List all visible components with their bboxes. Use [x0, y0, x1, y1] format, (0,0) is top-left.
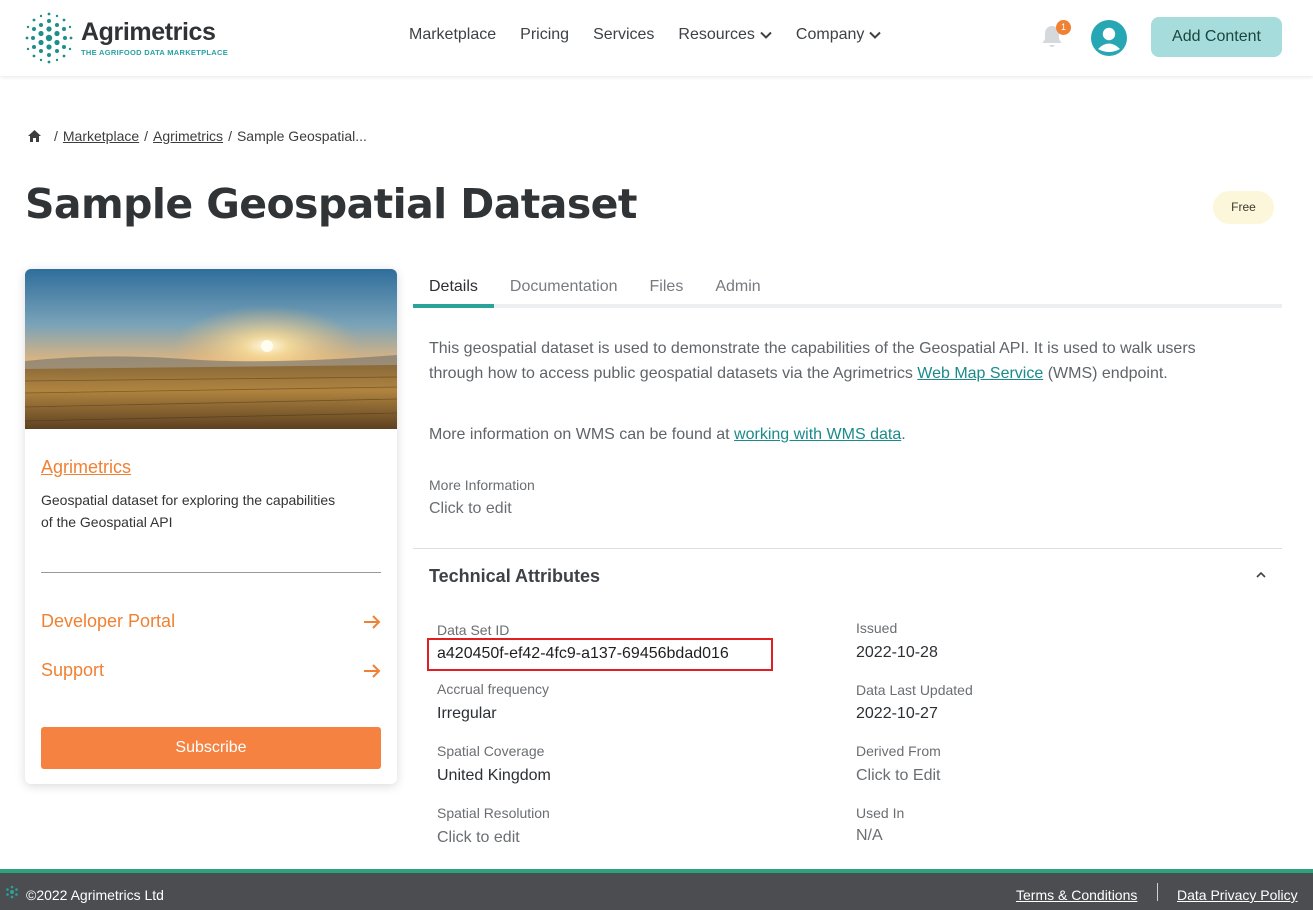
used-in-label: Used In [856, 805, 905, 821]
breadcrumb-separator: / [228, 128, 232, 144]
home-icon[interactable] [27, 129, 42, 143]
nav-marketplace[interactable]: Marketplace [409, 26, 496, 44]
description-text-end: (WMS) endpoint. [1043, 364, 1168, 382]
support-label: Support [41, 660, 105, 680]
wms-info-text: More information on WMS can be found at [429, 426, 735, 443]
breadcrumb-marketplace[interactable]: Marketplace [63, 128, 139, 144]
wms-info: More information on WMS can be found at … [429, 423, 906, 447]
breadcrumb-separator: / [144, 128, 149, 144]
spatial-resolution-edit[interactable]: Click to edit [437, 829, 520, 847]
issued-value: 2022-10-28 [856, 644, 938, 661]
data-last-updated-value: 2022-10-27 [856, 705, 938, 722]
tab-files[interactable]: Files [634, 270, 700, 304]
nav-label: Marketplace [409, 26, 497, 43]
logo-tagline: THE AGRIFOOD DATA MARKETPLACE [81, 48, 229, 57]
card-divider [41, 572, 381, 573]
accrual-frequency-value: Irregular [437, 705, 497, 722]
tab-documentation[interactable]: Documentation [494, 270, 634, 304]
dataset-short-description: Geospatial dataset for exploring the cap… [41, 492, 336, 530]
logo-text: Agrimetrics THE AGRIFOOD DATA MARKETPLAC… [81, 18, 229, 58]
tab-admin[interactable]: Admin [699, 270, 776, 304]
site-footer: ©2022 Agrimetrics Ltd Terms & Conditions… [0, 873, 1313, 910]
issued-label: Issued [856, 620, 898, 636]
main-nav: Marketplace Pricing Services Resources C… [409, 26, 882, 44]
web-map-service-link[interactable]: Web Map Service [917, 365, 1043, 382]
logo-name: Agrimetrics [81, 18, 216, 46]
nav-services[interactable]: Services [593, 26, 654, 44]
wms-info-suffix: . [901, 426, 906, 443]
derived-from-edit[interactable]: Click to Edit [856, 767, 940, 785]
subscribe-button[interactable]: Subscribe [41, 727, 381, 769]
nav-company[interactable]: Company [795, 26, 882, 44]
agrimetrics-logo[interactable]: Agrimetrics THE AGRIFOOD DATA MARKETPLAC… [24, 10, 244, 66]
site-header: Agrimetrics THE AGRIFOOD DATA MARKETPLAC… [0, 0, 1313, 76]
terms-conditions-link[interactable]: Terms & Conditions [1016, 887, 1137, 903]
spatial-coverage-label: Spatial Coverage [437, 743, 545, 759]
data-set-id-value: a420450f-ef42-4fc9-a137-69456bdad016 [437, 645, 729, 662]
nav-label: Services [593, 26, 655, 43]
footer-logo-icon [6, 885, 18, 899]
footer-copyright: ©2022 Agrimetrics Ltd [26, 887, 164, 903]
arrow-right-icon [364, 614, 381, 629]
dataset-card: Agrimetrics Geospatial dataset for explo… [25, 269, 397, 784]
breadcrumb-current: Sample Geospatial... [236, 128, 367, 144]
nav-resources[interactable]: Resources [678, 26, 772, 44]
notification-badge: 1 [1056, 20, 1071, 35]
tab-details[interactable]: Details [413, 270, 494, 308]
support-link[interactable]: Support [41, 660, 381, 681]
nav-label: Company [795, 26, 865, 43]
arrow-right-icon [364, 663, 381, 678]
logo-mark-icon [25, 12, 73, 64]
breadcrumb-agrimetrics[interactable]: Agrimetrics [153, 128, 223, 144]
breadcrumb-separator: / [54, 128, 58, 144]
dataset-tabs: Details Documentation Files Admin [413, 270, 1282, 308]
section-divider [413, 548, 1282, 549]
spatial-resolution-label: Spatial Resolution [437, 805, 550, 821]
user-avatar-icon[interactable] [1091, 20, 1127, 56]
data-last-updated-label: Data Last Updated [856, 682, 973, 698]
dataset-cover-image [25, 269, 397, 429]
price-badge: Free [1213, 191, 1274, 224]
spatial-coverage-value: United Kingdom [437, 767, 551, 784]
breadcrumb: / Marketplace / Agrimetrics / Sample Geo… [27, 128, 367, 144]
technical-attributes-title: Technical Attributes [429, 566, 601, 586]
developer-portal-label: Developer Portal [41, 611, 176, 631]
accrual-frequency-label: Accrual frequency [437, 681, 550, 697]
data-privacy-policy-link[interactable]: Data Privacy Policy [1177, 887, 1298, 903]
nav-label: Pricing [520, 26, 570, 43]
chevron-down-icon [760, 31, 772, 39]
derived-from-label: Derived From [856, 743, 941, 759]
developer-portal-link[interactable]: Developer Portal [41, 611, 381, 632]
add-content-button[interactable]: Add Content [1151, 17, 1282, 57]
nav-label: Resources [678, 26, 755, 43]
chevron-down-icon [869, 31, 882, 39]
dataset-description: This geospatial dataset is used to demon… [429, 337, 1209, 386]
more-information-label: More Information [429, 477, 535, 493]
more-information-edit[interactable]: Click to edit [429, 500, 512, 518]
wms-data-link[interactable]: working with WMS data [734, 426, 901, 443]
page-title: Sample Geospatial Dataset [25, 180, 637, 228]
data-set-id-label: Data Set ID [437, 622, 510, 638]
chevron-up-icon[interactable] [1254, 570, 1268, 580]
footer-separator [1157, 883, 1158, 901]
used-in-value: N/A [856, 827, 883, 844]
provider-link[interactable]: Agrimetrics [41, 457, 131, 478]
nav-pricing[interactable]: Pricing [520, 26, 569, 44]
